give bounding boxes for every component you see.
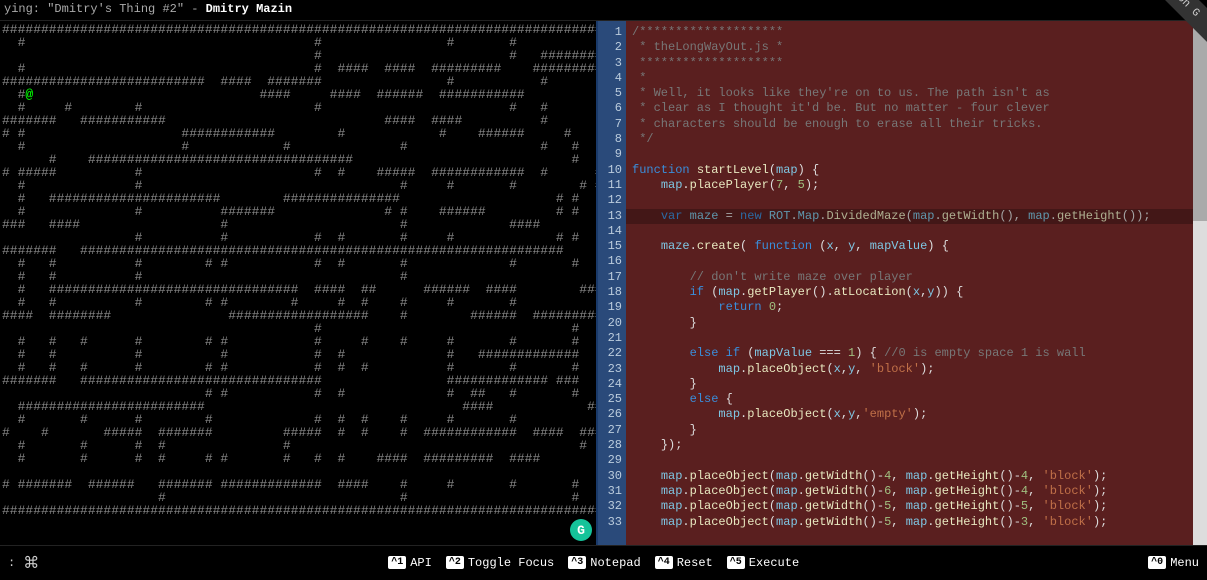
shortcut-label: Execute [749,556,799,570]
np-artist: Dmitry Mazin [206,2,292,16]
maze-display: ########################################… [0,21,596,519]
editor-scrollbar[interactable] [1193,21,1207,545]
keycap: ^4 [655,556,673,569]
game-pane[interactable]: ########################################… [0,21,596,545]
scroll-thumb[interactable] [1193,21,1207,221]
code-area[interactable]: /******************** * theLongWayOut.js… [626,21,1193,545]
shortcut-label: Menu [1170,556,1199,570]
grammarly-icon[interactable]: G [570,519,592,541]
keycap: ^0 [1148,556,1166,569]
shortcut-row: ^1 API ^2 Toggle Focus ^3 Notepad ^4 Reset ^5 Exe… [388,556,799,570]
shortcut-toggle-focus[interactable]: ^2 Toggle Focus [446,556,554,570]
command-icon: ⌘ [23,553,39,573]
shortcut-api[interactable]: ^1 API [388,556,432,570]
bottom-bar: : ⌘ ^1API^2Toggle Focus^3Notepad^4Reset^… [0,545,1207,579]
prompt-colon: : [8,556,15,570]
np-track: "Dmitry's Thing #2" [47,2,184,16]
menu-shortcut[interactable]: ^0 Menu [1148,556,1199,570]
keycap: ^2 [446,556,464,569]
keycap: ^3 [568,556,586,569]
keycap: ^5 [727,556,745,569]
shortcut-label: Toggle Focus [468,556,554,570]
shortcut-execute[interactable]: ^5 Execute [727,556,799,570]
np-sep: - [184,2,206,16]
line-gutter: 1234567891011121314151617181920212223242… [598,21,626,545]
keycap: ^1 [388,556,406,569]
shortcut-notepad[interactable]: ^3 Notepad [568,556,640,570]
shortcut-label: Notepad [590,556,640,570]
shortcut-reset[interactable]: ^4 Reset [655,556,713,570]
now-playing-bar: ying: "Dmitry's Thing #2" - Dmitry Mazin [0,0,1207,20]
editor-pane[interactable]: 1234567891011121314151617181920212223242… [596,21,1207,545]
np-prefix: ying: [4,2,47,16]
menu-shortcut-row: ^0 Menu [1148,556,1199,570]
command-prompt[interactable]: : ⌘ [8,553,39,573]
shortcut-label: Reset [677,556,713,570]
shortcut-label: API [410,556,432,570]
main-area: ########################################… [0,20,1207,545]
